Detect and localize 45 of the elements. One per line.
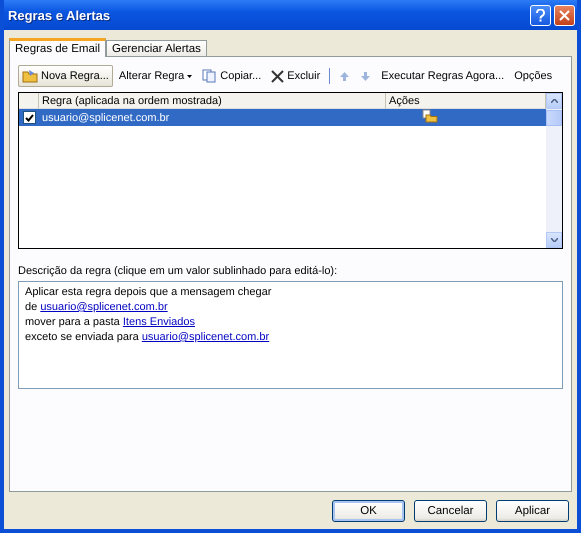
scrollbar[interactable] (546, 93, 562, 248)
up-arrow-icon (339, 70, 350, 82)
close-button[interactable] (554, 4, 575, 26)
help-icon (536, 8, 545, 22)
copy-icon (202, 69, 218, 83)
dialog-button[interactable]: OK (332, 500, 405, 522)
toolbar-button[interactable]: Excluir (267, 65, 324, 87)
help-button[interactable] (530, 4, 551, 26)
link[interactable]: usuario@splicenet.com.br (40, 301, 168, 313)
description-line: mover para a pasta Itens Enviados (25, 315, 196, 330)
scroll-up-icon (550, 99, 558, 103)
column-header[interactable]: Ações (386, 93, 546, 109)
toolbar-button[interactable]: Copiar... (198, 65, 266, 87)
toolbar-button[interactable]: Executar Regras Agora... (377, 65, 508, 87)
delete-icon (271, 70, 284, 82)
link[interactable]: Itens Enviados (122, 316, 195, 328)
table-cell-text: usuario@splicenet.com.br (41, 112, 170, 124)
scroll-down-icon (550, 238, 558, 242)
rule-row[interactable]: usuario@splicenet.com.br (19, 109, 546, 126)
description-line: exceto se enviada para usuario@splicenet.com.br (25, 330, 270, 345)
window-title: Regras e Alertas (8, 8, 110, 22)
dropdown-button[interactable]: Alterar Regra (114, 65, 196, 87)
scroll-up-button[interactable] (546, 93, 562, 109)
toolbar-button[interactable]: Nova Regra... (18, 65, 113, 87)
dialog-button[interactable]: Cancelar (414, 500, 487, 522)
scroll-down-button[interactable] (546, 232, 562, 248)
description-label: Descrição da regra (clique em um valor sublinhado para editá-lo): (18, 265, 338, 277)
tab[interactable]: Gerenciar Alertas (106, 40, 207, 56)
description-line: de usuario@splicenet.com.br (25, 300, 169, 315)
close-icon (559, 10, 570, 20)
check-icon (25, 114, 34, 122)
folder-move-icon (422, 109, 438, 123)
toolbar-separator (329, 68, 330, 84)
description-line: Aplicar esta regra depois que a mensagem chegar (25, 285, 272, 300)
down-arrow-icon (360, 70, 372, 82)
link[interactable]: usuario@splicenet.com.br (142, 331, 270, 343)
scrollbar-thumb[interactable] (546, 110, 562, 126)
checkbox[interactable] (23, 111, 36, 124)
toolbar-button[interactable]: Opções (510, 65, 556, 87)
caret-icon (187, 74, 192, 78)
column-header[interactable]: Regra (aplicada na ordem mostrada) (39, 93, 386, 109)
dialog-button[interactable]: Aplicar (496, 500, 569, 522)
tab[interactable]: Regras de Email (9, 38, 106, 57)
column-header (19, 93, 39, 109)
folder-icon (22, 69, 38, 83)
